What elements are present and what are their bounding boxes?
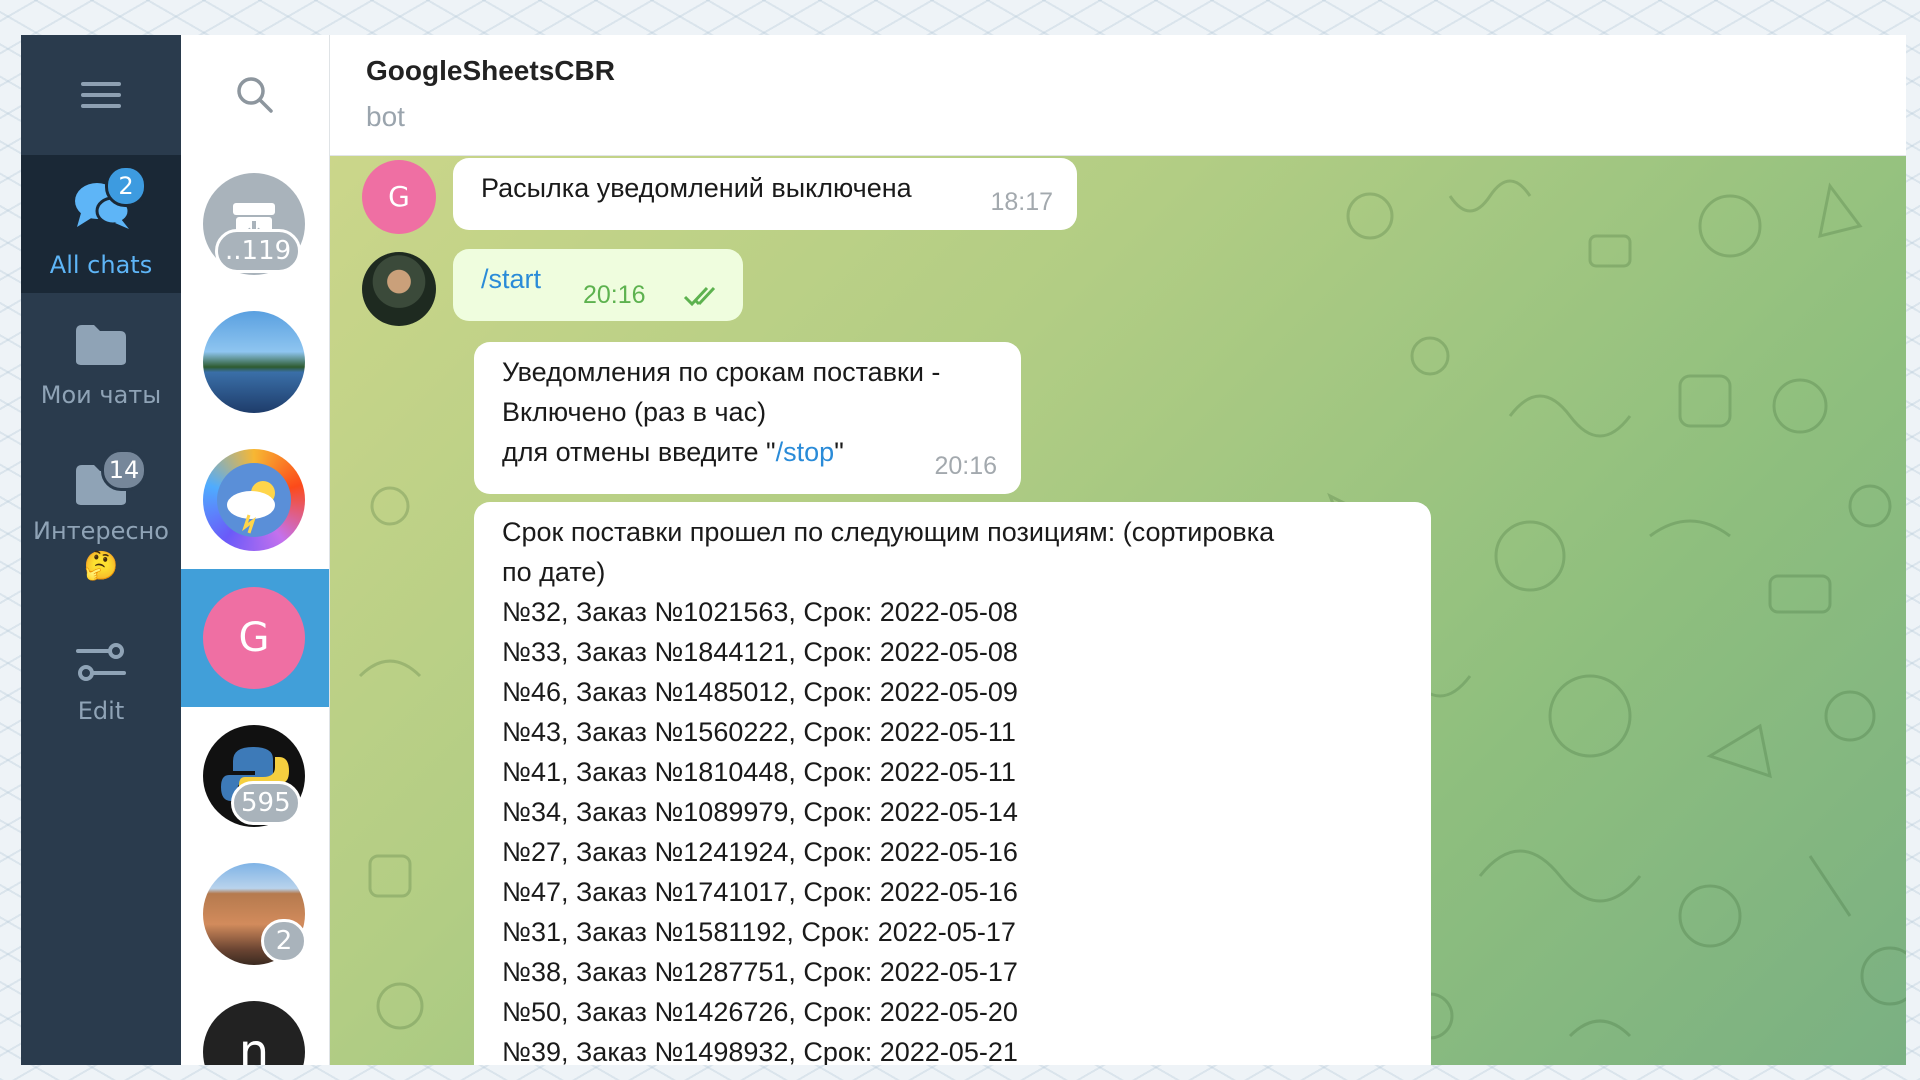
chats-icon: 2 xyxy=(71,165,147,229)
folder-label: Интересно xyxy=(33,517,169,545)
folder-interesting[interactable]: 14 Интересно 🤔 xyxy=(21,445,181,595)
folder-label: Мои чаты xyxy=(40,381,162,409)
chat-item[interactable]: 2 xyxy=(181,845,329,983)
weather-app-avatar xyxy=(203,449,305,551)
conversation-pane: GoogleSheetsCBR bot G Расылка уведомлени… xyxy=(330,35,1906,1065)
folder-icon xyxy=(71,323,131,375)
order-line: №33, Заказ №1844121, Срок: 2022-05-08 xyxy=(502,637,1018,667)
order-line: №39, Заказ №1498932, Срок: 2022-05-21 xyxy=(502,1037,1018,1065)
folder-label: All chats xyxy=(49,251,153,279)
chat-list: ..119 G 595 2 n xyxy=(181,35,330,1065)
order-line: №47, Заказ №1741017, Срок: 2022-05-16 xyxy=(502,877,1018,907)
message-bubble-outgoing[interactable]: /start 20:16 xyxy=(453,249,743,321)
chat-item-googlesheetscbr[interactable]: G xyxy=(181,569,329,707)
chat-item[interactable] xyxy=(181,293,329,431)
message-bubble[interactable]: Срок поставки прошел по следующим позици… xyxy=(474,502,1431,1065)
message-text: для отмены введите " xyxy=(502,437,776,467)
message-bubble[interactable]: Уведомления по срокам поставки - Включен… xyxy=(474,342,1021,494)
chat-item-archive[interactable]: ..119 xyxy=(181,155,329,293)
sender-avatar[interactable]: G xyxy=(362,160,436,234)
messages-area[interactable]: G Расылка уведомлений выключена 18:17 /s… xyxy=(330,156,1906,1065)
order-line: №31, Заказ №1581192, Срок: 2022-05-17 xyxy=(502,917,1016,947)
chat-subtitle: bot xyxy=(366,101,405,132)
folder-label: Edit xyxy=(77,697,125,725)
telegram-window: 2 All chats Мои чаты 14 Интересно 🤔 Edit… xyxy=(21,35,1906,1065)
unread-count: 2 xyxy=(261,919,307,963)
double-check-icon xyxy=(683,286,716,307)
message-heading: Срок поставки прошел по следующим позици… xyxy=(502,517,1275,547)
folder-my-chats[interactable]: Мои чаты xyxy=(21,309,181,429)
command-link[interactable]: /start xyxy=(481,264,541,294)
message-text: Расылка уведомлений выключена xyxy=(481,173,912,203)
message-text: " xyxy=(834,437,844,467)
message-time: 20:16 xyxy=(934,452,997,480)
cloud-icon xyxy=(227,481,275,534)
order-line: №38, Заказ №1287751, Срок: 2022-05-17 xyxy=(502,957,1018,987)
user-avatar[interactable] xyxy=(362,252,436,326)
folder-edit[interactable]: Edit xyxy=(21,625,181,745)
unread-count: 595 xyxy=(231,781,301,825)
order-line: №50, Заказ №1426726, Срок: 2022-05-20 xyxy=(502,997,1018,1027)
order-line: №43, Заказ №1560222, Срок: 2022-05-11 xyxy=(502,717,1016,747)
letter-avatar: G xyxy=(203,587,305,689)
hamburger-icon xyxy=(81,82,121,108)
chat-item[interactable]: n xyxy=(181,983,329,1065)
message-bubble[interactable]: Расылка уведомлений выключена 18:17 xyxy=(453,158,1077,230)
chat-item-python[interactable]: 595 xyxy=(181,707,329,845)
stop-command-link[interactable]: /stop xyxy=(776,437,835,467)
search-button[interactable] xyxy=(181,35,329,155)
chat-item[interactable] xyxy=(181,431,329,569)
letter-avatar: n xyxy=(203,1001,305,1065)
message-heading: по дате) xyxy=(502,557,606,587)
folder-badge: 2 xyxy=(105,165,147,207)
order-line: №32, Заказ №1021563, Срок: 2022-05-08 xyxy=(502,597,1018,627)
order-line: №34, Заказ №1089979, Срок: 2022-05-14 xyxy=(502,797,1018,827)
folder-rail: 2 All chats Мои чаты 14 Интересно 🤔 Edit xyxy=(21,35,181,1065)
message-time: 18:17 xyxy=(990,188,1053,216)
order-line: №46, Заказ №1485012, Срок: 2022-05-09 xyxy=(502,677,1018,707)
folder-badge: 14 xyxy=(101,449,147,491)
order-line: №27, Заказ №1241924, Срок: 2022-05-16 xyxy=(502,837,1018,867)
menu-button[interactable] xyxy=(21,35,181,155)
unread-count: ..119 xyxy=(215,229,302,273)
message-time: 20:16 xyxy=(583,281,646,309)
message-text-line: Включено (раз в час) xyxy=(502,397,767,427)
lake-photo-avatar xyxy=(203,311,305,413)
folder-all-chats[interactable]: 2 All chats xyxy=(21,155,181,293)
folder-icon: 14 xyxy=(71,449,147,515)
thinking-emoji: 🤔 xyxy=(83,549,119,582)
search-icon xyxy=(237,77,273,113)
sliders-icon xyxy=(71,639,131,691)
chat-header[interactable]: GoogleSheetsCBR bot xyxy=(330,35,1906,156)
message-text-line: Уведомления по срокам поставки - xyxy=(502,357,941,387)
chat-title: GoogleSheetsCBR xyxy=(366,55,615,86)
order-line: №41, Заказ №1810448, Срок: 2022-05-11 xyxy=(502,757,1016,787)
